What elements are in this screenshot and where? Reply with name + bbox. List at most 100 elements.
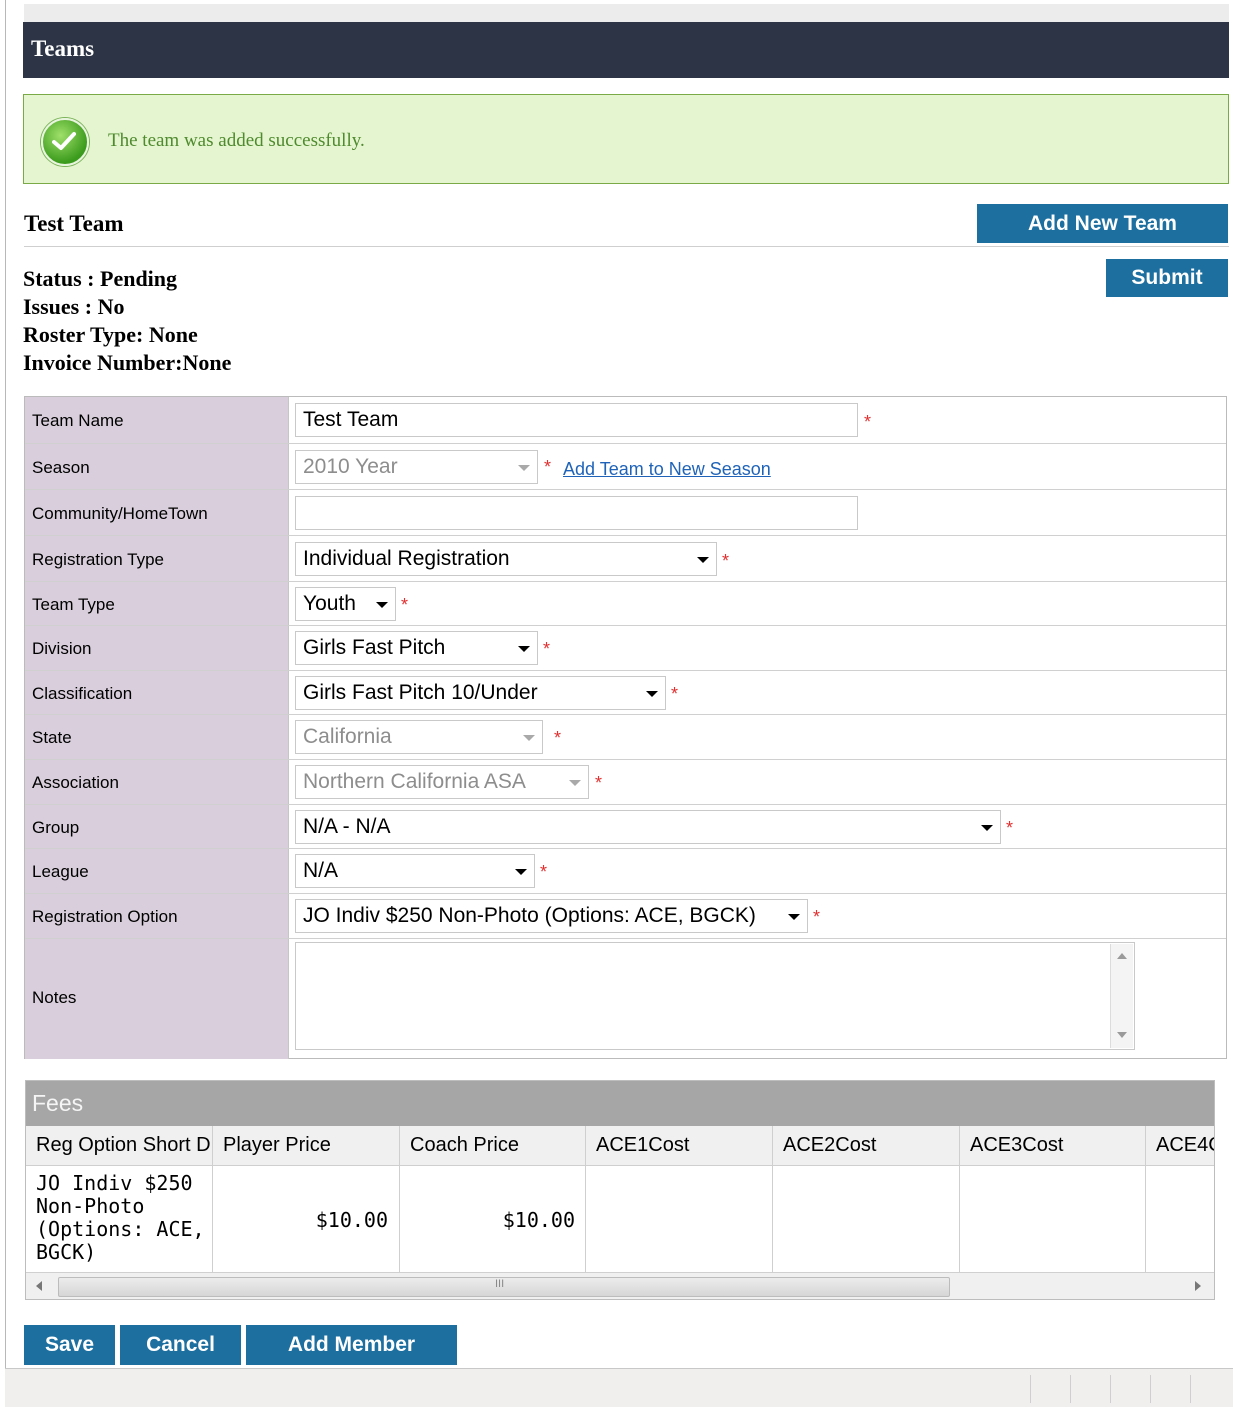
notes-scrollbar[interactable] [1110, 944, 1133, 1048]
row-team-name: Team Name Test Team * [25, 397, 1226, 443]
save-button[interactable]: Save [24, 1325, 115, 1365]
column-header[interactable]: ACE4C [1146, 1126, 1214, 1166]
column-header[interactable]: ACE3Cost [960, 1126, 1145, 1166]
column-header[interactable]: Reg Option Short D [26, 1126, 212, 1166]
row-division: Division Girls Fast Pitch * [25, 625, 1226, 671]
notes-label: Notes [32, 988, 77, 1007]
fees-grid: Fees Reg Option Short D JO Indiv $250 No… [25, 1080, 1215, 1300]
community-input[interactable] [295, 496, 858, 530]
column-header[interactable]: ACE1Cost [586, 1126, 772, 1166]
row-league: League N/A * [25, 848, 1226, 894]
notes-textarea[interactable] [295, 942, 1135, 1050]
add-team-to-new-season-link[interactable]: Add Team to New Season [563, 459, 771, 480]
league-label: League [32, 862, 89, 881]
chevron-down-icon [376, 602, 388, 608]
group-label: Group [32, 818, 80, 837]
add-new-team-button[interactable]: Add New Team [977, 204, 1228, 243]
required-mark: * [401, 595, 409, 615]
team-type-label: Team Type [32, 595, 115, 614]
chevron-down-icon [646, 691, 658, 697]
division-label: Division [32, 639, 92, 658]
required-mark: * [813, 907, 821, 927]
fees-header: Fees [26, 1081, 1214, 1126]
cancel-button[interactable]: Cancel [120, 1325, 241, 1365]
add-member-button[interactable]: Add Member [246, 1325, 457, 1365]
scroll-right-icon[interactable] [1195, 1281, 1201, 1291]
classification-select[interactable]: Girls Fast Pitch 10/Under [295, 676, 666, 710]
row-registration-option: Registration Option JO Indiv $250 Non-Ph… [25, 893, 1226, 939]
chevron-down-icon [697, 557, 709, 563]
column-header[interactable]: Player Price [213, 1126, 399, 1166]
chevron-down-icon [788, 914, 800, 920]
row-team-type: Team Type Youth * [25, 581, 1226, 626]
browser-status-bar [5, 1368, 1233, 1407]
scrollbar-thumb[interactable]: III [58, 1277, 950, 1297]
fees-column: ACE4C [1146, 1126, 1214, 1272]
team-status: Status : Pending [23, 266, 178, 291]
chevron-down-icon [569, 780, 581, 786]
row-community: Community/HomeTown [25, 489, 1226, 536]
fees-column: ACE1Cost [586, 1126, 773, 1272]
team-issues: Issues : No [23, 294, 125, 319]
team-roster-type: Roster Type: None [23, 322, 198, 347]
row-association: Association Northern California ASA * [25, 759, 1226, 805]
row-classification: Classification Girls Fast Pitch 10/Under… [25, 670, 1226, 715]
classification-label: Classification [32, 684, 133, 703]
fees-column: Reg Option Short D JO Indiv $250 Non-Pho… [26, 1126, 213, 1272]
row-group: Group N/A - N/A * [25, 804, 1226, 849]
registration-option-select[interactable]: JO Indiv $250 Non-Photo (Options: ACE, B… [295, 899, 808, 933]
fees-horizontal-scrollbar[interactable]: III [26, 1272, 1214, 1299]
registration-type-select[interactable]: Individual Registration [295, 542, 717, 576]
league-select[interactable]: N/A [295, 854, 535, 888]
association-select[interactable]: Northern California ASA [295, 765, 589, 799]
team-heading: Test Team [24, 211, 124, 236]
fees-reg-option-cell: JO Indiv $250 Non-Photo (Options: ACE, B… [36, 1171, 205, 1264]
state-select[interactable]: California [295, 720, 543, 754]
required-mark: * [544, 457, 552, 477]
column-header[interactable]: Coach Price [400, 1126, 585, 1166]
checkmark-icon [41, 118, 89, 166]
required-mark: * [864, 412, 872, 432]
row-season: Season 2010 Year * Add Team to New Seaso… [25, 443, 1226, 490]
registration-option-label: Registration Option [32, 907, 178, 926]
team-name-label: Team Name [32, 411, 124, 430]
chevron-down-icon [518, 646, 530, 652]
season-select[interactable]: 2010 Year [295, 450, 538, 484]
divider [24, 246, 1229, 247]
required-mark: * [671, 684, 679, 704]
state-label: State [32, 728, 72, 747]
fees-column: Player Price $10.00 [213, 1126, 400, 1272]
season-label: Season [32, 458, 90, 477]
page-header [23, 22, 1229, 78]
scroll-up-icon[interactable] [1117, 953, 1127, 959]
team-invoice-number: Invoice Number:None [23, 350, 232, 375]
chevron-down-icon [523, 735, 535, 741]
fees-title: Fees [32, 1090, 84, 1116]
row-state: State California * [25, 714, 1226, 760]
division-select[interactable]: Girls Fast Pitch [295, 631, 538, 665]
team-name-input[interactable]: Test Team [295, 403, 858, 437]
scroll-down-icon[interactable] [1117, 1032, 1127, 1038]
scroll-left-icon[interactable] [36, 1281, 42, 1291]
group-select[interactable]: N/A - N/A [295, 810, 1001, 844]
required-mark: * [595, 773, 603, 793]
community-label: Community/HomeTown [32, 504, 208, 523]
chevron-down-icon [981, 825, 993, 831]
fees-coach-price-cell: $10.00 [502, 1208, 575, 1232]
submit-button[interactable]: Submit [1106, 259, 1228, 297]
column-header[interactable]: ACE2Cost [773, 1126, 959, 1166]
required-mark: * [543, 639, 551, 659]
page-left-border [5, 0, 6, 1368]
success-message: The team was added successfully. [108, 130, 365, 151]
row-registration-type: Registration Type Individual Registratio… [25, 535, 1226, 582]
page-title: Teams [31, 36, 95, 61]
team-type-select[interactable]: Youth [295, 587, 396, 621]
registration-type-label: Registration Type [32, 550, 164, 569]
fees-player-price-cell: $10.00 [315, 1208, 388, 1232]
fees-column: Coach Price $10.00 [400, 1126, 586, 1272]
required-mark: * [540, 862, 548, 882]
top-strip [24, 4, 1229, 22]
association-label: Association [32, 773, 119, 792]
required-mark: * [722, 551, 730, 571]
required-mark: * [1006, 818, 1014, 838]
